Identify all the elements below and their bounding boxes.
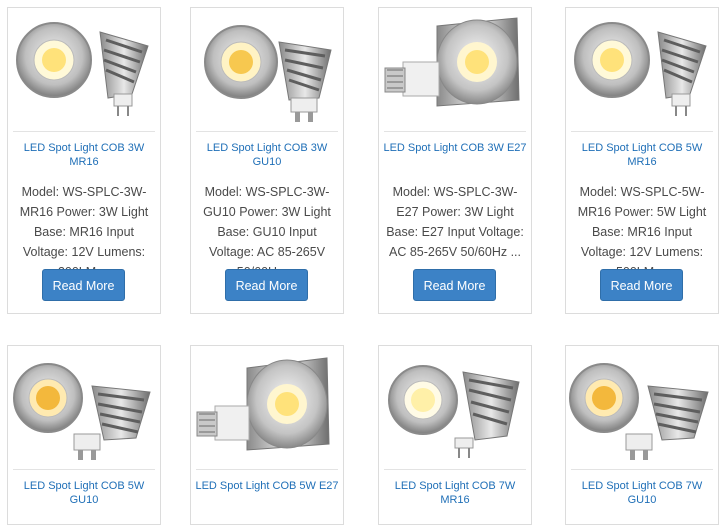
divider xyxy=(13,131,155,132)
product-title-link[interactable]: LED Spot Light COB 3W E27 xyxy=(383,141,527,155)
product-title-link[interactable]: LED Spot Light COB 5W E27 xyxy=(195,479,339,493)
product-image-mr16-bulb[interactable] xyxy=(566,8,718,128)
divider xyxy=(196,131,338,132)
product-image-gu10-bulb[interactable] xyxy=(191,8,343,128)
product-title-link[interactable]: LED Spot Light COB 7W GU10 xyxy=(570,479,714,507)
product-card: LED Spot Light COB 3W E27 Model: WS-SPLC… xyxy=(378,7,532,314)
product-card: LED Spot Light COB 5W MR16 Model: WS-SPL… xyxy=(565,7,719,314)
product-image-e27-bulb[interactable] xyxy=(191,346,343,466)
read-more-button[interactable]: Read More xyxy=(225,269,308,301)
product-card: LED Spot Light COB 3W GU10 Model: WS-SPL… xyxy=(190,7,344,314)
product-grid: LED Spot Light COB 3W MR16 Model: WS-SPL… xyxy=(0,0,728,525)
divider xyxy=(384,131,526,132)
product-card: LED Spot Light COB 5W GU10 xyxy=(7,345,161,525)
product-card: LED Spot Light COB 7W MR16 xyxy=(378,345,532,525)
product-description: Model: WS-SPLC-3W-GU10 Power: 3W Light B… xyxy=(203,185,331,279)
divider xyxy=(196,469,338,470)
divider xyxy=(13,469,155,470)
product-image-mr16-bulb[interactable] xyxy=(8,8,160,128)
read-more-button[interactable]: Read More xyxy=(413,269,496,301)
product-description: Model: WS-SPLC-3W-MR16 Power: 3W Light B… xyxy=(19,185,149,279)
product-card: LED Spot Light COB 3W MR16 Model: WS-SPL… xyxy=(7,7,161,314)
product-image-gu10-bulb[interactable] xyxy=(566,346,718,466)
product-image-mr16-bulb[interactable] xyxy=(379,346,531,466)
product-title-link[interactable]: LED Spot Light COB 7W MR16 xyxy=(383,479,527,507)
product-image-e27-bulb[interactable] xyxy=(379,8,531,128)
product-image-gu10-bulb[interactable] xyxy=(8,346,160,466)
product-description: Model: WS-SPLC-5W-MR16 Power: 5W Light B… xyxy=(577,185,707,279)
product-title-link[interactable]: LED Spot Light COB 3W GU10 xyxy=(195,141,339,169)
product-title-link[interactable]: LED Spot Light COB 5W MR16 xyxy=(570,141,714,169)
divider xyxy=(384,469,526,470)
divider xyxy=(571,469,713,470)
product-description: Model: WS-SPLC-3W-E27 Power: 3W Light Ba… xyxy=(386,185,524,259)
product-card: LED Spot Light COB 5W E27 xyxy=(190,345,344,525)
product-title-link[interactable]: LED Spot Light COB 3W MR16 xyxy=(12,141,156,169)
product-card: LED Spot Light COB 7W GU10 xyxy=(565,345,719,525)
read-more-button[interactable]: Read More xyxy=(600,269,683,301)
read-more-button[interactable]: Read More xyxy=(42,269,125,301)
product-title-link[interactable]: LED Spot Light COB 5W GU10 xyxy=(12,479,156,507)
divider xyxy=(571,131,713,132)
